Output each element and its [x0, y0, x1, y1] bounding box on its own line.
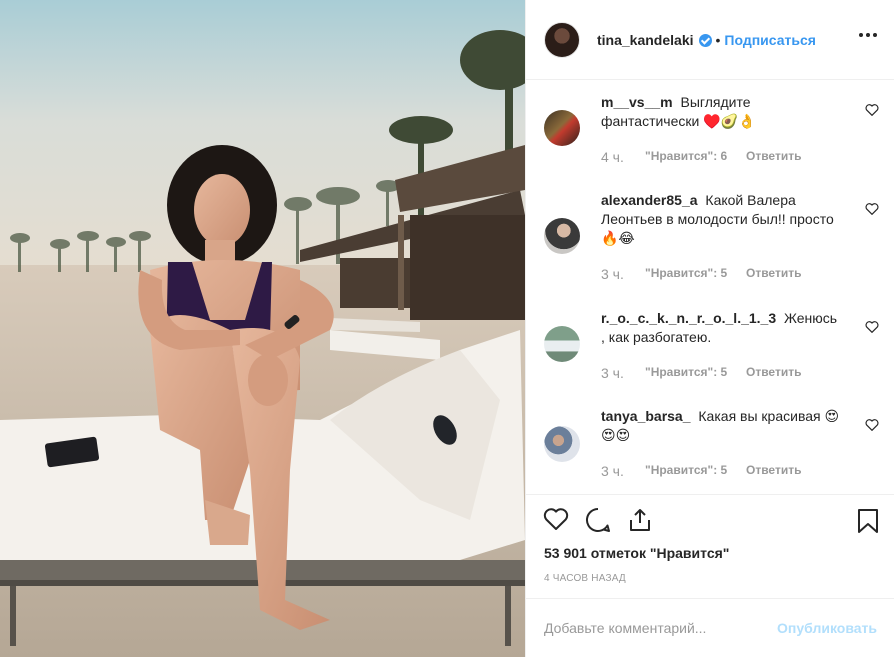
post-photo[interactable]: [0, 0, 525, 657]
comment-likes[interactable]: "Нравится": 5: [645, 463, 746, 479]
comment-username[interactable]: r._o._c._k._n._r._o._l._1._3: [601, 310, 776, 326]
comment-likes[interactable]: "Нравится": 6: [645, 149, 746, 165]
add-comment-input[interactable]: [544, 620, 754, 636]
comment-time[interactable]: 4 ч.: [601, 149, 645, 165]
comment-time[interactable]: 3 ч.: [601, 365, 645, 381]
comment-item: tanya_barsa_ Какая вы красивая 😍😍😍 3 ч. …: [544, 394, 879, 492]
follow-button[interactable]: Подписаться: [724, 32, 816, 48]
comment-username[interactable]: alexander85_a: [601, 192, 698, 208]
commenter-avatar[interactable]: [544, 110, 580, 146]
comment-item: alexander85_a Какой Валера Леонтьев в мо…: [544, 178, 879, 296]
reply-button[interactable]: Ответить: [746, 463, 801, 479]
post-timestamp[interactable]: 4 ЧАСОВ НАЗАД: [544, 573, 626, 584]
bookmark-icon[interactable]: [857, 508, 879, 537]
likes-count[interactable]: 53 901 отметок "Нравится": [544, 545, 729, 561]
comment-text-block: alexander85_a Какой Валера Леонтьев в мо…: [601, 191, 841, 248]
comment-likes[interactable]: "Нравится": 5: [645, 365, 746, 381]
comment-time[interactable]: 3 ч.: [601, 463, 645, 479]
post-header: tina_kandelaki • Подписаться: [526, 0, 894, 80]
add-comment-bar: Опубликовать: [526, 598, 894, 657]
comment-text-block: r._o._c._k._n._r._o._l._1._3 Женюсь , ка…: [601, 309, 841, 347]
publish-button[interactable]: Опубликовать: [777, 620, 877, 636]
reply-button[interactable]: Ответить: [746, 266, 801, 282]
verified-badge-icon: [698, 34, 712, 47]
action-icons-row: [543, 507, 653, 536]
comment-time[interactable]: 3 ч.: [601, 266, 645, 282]
comment-username[interactable]: m__vs__m: [601, 94, 673, 110]
comment-meta: 3 ч. "Нравится": 5 Ответить: [601, 463, 801, 479]
reply-button[interactable]: Ответить: [746, 149, 801, 165]
comment-meta: 3 ч. "Нравится": 5 Ответить: [601, 266, 801, 282]
comment-like-heart-icon[interactable]: [865, 202, 879, 215]
comment-username[interactable]: tanya_barsa_: [601, 408, 691, 424]
comment-text-block: m__vs__m Выглядите фантастически ♥️🥑👌: [601, 93, 841, 131]
comment-icon[interactable]: [585, 507, 611, 536]
commenter-avatar[interactable]: [544, 218, 580, 254]
beach-photo-illustration: [0, 0, 525, 657]
post-actions: 53 901 отметок "Нравится" 4 ЧАСОВ НАЗАД: [526, 494, 894, 598]
reply-button[interactable]: Ответить: [746, 365, 801, 381]
comment-text-block: tanya_barsa_ Какая вы красивая 😍😍😍: [601, 407, 841, 445]
comment-like-heart-icon[interactable]: [865, 103, 879, 116]
instagram-post: tina_kandelaki • Подписаться m__vs__m Вы…: [0, 0, 894, 657]
author-username[interactable]: tina_kandelaki: [597, 32, 694, 48]
commenter-avatar[interactable]: [544, 326, 580, 362]
comments-list[interactable]: m__vs__m Выглядите фантастически ♥️🥑👌 4 …: [526, 80, 894, 494]
commenter-avatar[interactable]: [544, 426, 580, 462]
comment-like-heart-icon[interactable]: [865, 320, 879, 333]
heart-icon[interactable]: [543, 507, 569, 536]
comment-item: m__vs__m Выглядите фантастически ♥️🥑👌 4 …: [544, 80, 879, 178]
comment-likes[interactable]: "Нравится": 5: [645, 266, 746, 282]
header-separator: •: [715, 31, 721, 48]
comment-item: r._o._c._k._n._r._o._l._1._3 Женюсь , ка…: [544, 296, 879, 394]
author-avatar[interactable]: [544, 21, 580, 58]
share-icon[interactable]: [627, 507, 653, 536]
comment-like-heart-icon[interactable]: [865, 418, 879, 431]
post-side-panel: tina_kandelaki • Подписаться m__vs__m Вы…: [525, 0, 894, 657]
comment-meta: 4 ч. "Нравится": 6 Ответить: [601, 149, 801, 165]
more-dots-icon[interactable]: [859, 33, 877, 37]
comment-meta: 3 ч. "Нравится": 5 Ответить: [601, 365, 801, 381]
